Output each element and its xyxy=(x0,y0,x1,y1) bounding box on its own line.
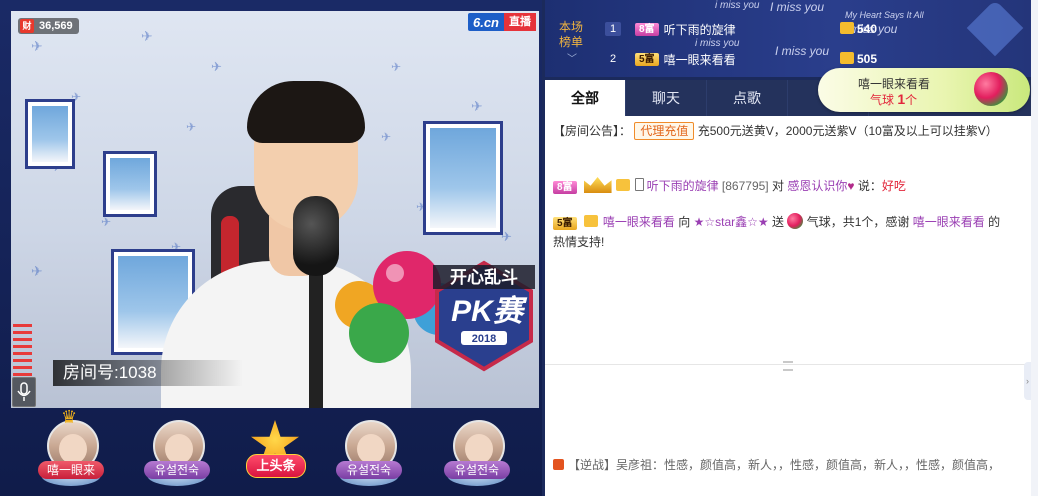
chat-message: 8富 听下雨的旋律 [867795] 对 感恩认识你♥ 说：好吃 xyxy=(553,176,1021,196)
wealth-level-badge: 5富 xyxy=(553,217,577,230)
crown-icon xyxy=(583,177,612,193)
site-name: 6.cn xyxy=(472,14,499,30)
gift-message: 5富 嘻一眼来看看 向 ★☆star鑫☆★ 送 气球，共1个，感谢 嘻一眼来看看… xyxy=(553,213,1001,249)
svg-text:✈: ✈ xyxy=(31,263,43,279)
rank-name: 嘻一眼来 xyxy=(38,461,104,479)
broadcast-user[interactable]: 吴彦祖： xyxy=(616,458,664,472)
heart-decoration xyxy=(966,0,1024,57)
wealth-icon: 财 xyxy=(20,19,34,33)
chevron-down-icon[interactable]: ﹀ xyxy=(567,50,577,65)
rank-avatar-4[interactable]: 유설전숙 xyxy=(437,410,517,496)
chevron-right-icon[interactable]: › xyxy=(1024,362,1031,400)
tab-chat[interactable]: 聊天 xyxy=(626,80,707,116)
volume-meter xyxy=(13,324,32,376)
site-logo: 6.cn 直播 xyxy=(467,13,536,31)
room-announcement: 【房间公告】： 代理充值 充500元送黄V，2000元送紫V（10富及以上可以挂… xyxy=(553,122,998,140)
wealth-level-badge: 8富 xyxy=(553,181,577,194)
gift-receiver-name[interactable]: ★☆star鑫☆★ xyxy=(694,215,769,229)
gift-summary: 气球 1个 xyxy=(870,91,918,107)
gift-sender: 嘻一眼来看看 xyxy=(858,77,931,91)
room-number: 房间号:1038 xyxy=(53,360,243,386)
svg-text:✈: ✈ xyxy=(141,28,153,44)
session-ranking: i miss you I miss you My Heart Says It A… xyxy=(545,0,1031,77)
video-area: ✈✈ ✈✈ ✈✈ ✈✈ ✈✈ ✈✈ ✈✈ xyxy=(0,0,542,496)
coin-icon xyxy=(840,22,854,34)
microphone-button[interactable] xyxy=(12,377,36,407)
coin-icon xyxy=(840,52,854,64)
tab-all[interactable]: 全部 xyxy=(545,80,626,116)
wall-frame-4 xyxy=(423,121,503,235)
rank-name: 유설전숙 xyxy=(444,461,510,479)
svg-text:✈: ✈ xyxy=(391,60,401,74)
chat-text: 好吃 xyxy=(881,179,906,193)
pk-badge-year: 2018 xyxy=(472,333,496,345)
svg-text:✈: ✈ xyxy=(471,98,483,114)
wealth-level-badge: 8富 xyxy=(635,22,659,36)
gift-thanks-name[interactable]: 嘻一眼来看看 xyxy=(913,215,985,229)
chat-target-name[interactable]: 感恩认识你 xyxy=(787,179,847,193)
scrollbar[interactable] xyxy=(1031,0,1038,496)
badge-icon xyxy=(583,215,598,227)
wealth-level-badge: 5富 xyxy=(635,52,659,66)
svg-text:✈: ✈ xyxy=(186,120,196,134)
ranking-row[interactable]: 1 8富 听下雨的旋律 xyxy=(605,19,736,39)
ranking-user: 听下雨的旋律 xyxy=(663,22,736,37)
heart-icon: ♥ xyxy=(847,179,855,193)
tab-song-request[interactable]: 点歌 xyxy=(707,80,788,116)
badge-icon xyxy=(615,179,630,191)
fan-count: 36,569 xyxy=(39,20,73,32)
resize-handle[interactable] xyxy=(783,361,793,371)
gift-notification[interactable]: 嘻一眼来看看 气球 1个 xyxy=(818,68,1030,112)
rank-avatar-1[interactable]: ♛ 嘻一眼来 xyxy=(31,407,111,496)
ranking-title[interactable]: 本场榜单 xyxy=(559,20,587,50)
balloon-icon xyxy=(974,72,1008,106)
rank-name: 유설전숙 xyxy=(144,461,210,479)
chat-panel[interactable]: 【房间公告】： 代理充值 充500元送黄V，2000元送紫V（10富及以上可以挂… xyxy=(545,116,1031,496)
headline-label: 上头条 xyxy=(246,454,306,478)
live-badge: 直播 xyxy=(504,13,536,31)
svg-text:✈: ✈ xyxy=(31,38,43,54)
fan-count-badge: 财 36,569 xyxy=(18,18,79,34)
chat-user-id: [867795] xyxy=(721,179,769,193)
balloon-icon xyxy=(787,213,804,229)
ranking-score: 540 xyxy=(840,19,877,39)
gift-sender-name[interactable]: 嘻一眼来看看 xyxy=(603,215,675,229)
wall-frame-2 xyxy=(103,151,157,217)
wall-frame-1 xyxy=(25,99,75,169)
ranking-row[interactable]: 2 5富 嘻一眼来看看 xyxy=(605,49,736,69)
chat-user-name[interactable]: 听下雨的旋律 xyxy=(647,179,719,193)
svg-text:✈: ✈ xyxy=(101,215,111,229)
phone-icon xyxy=(634,178,644,191)
svg-text:✈: ✈ xyxy=(381,130,391,144)
ranking-score: 505 xyxy=(840,49,877,69)
game-icon xyxy=(553,459,564,470)
rank-avatar-2[interactable]: 유설전숙 xyxy=(137,410,217,496)
rank-name: 유설전숙 xyxy=(336,461,402,479)
rank-avatar-3[interactable]: 유설전숙 xyxy=(329,410,409,496)
agent-recharge-link[interactable]: 代理充值 xyxy=(634,122,695,140)
svg-text:✈: ✈ xyxy=(211,59,222,74)
broadcast-message: 【逆战】吴彦祖：性感，颜值高，新人，，性感，颜值高，新人，，性感，颜值高， xyxy=(553,455,1021,475)
pk-badge-pk: PK赛 xyxy=(451,294,528,328)
microphone-icon xyxy=(17,382,31,401)
fan-ranking-bar: ♛ 嘻一眼来 유설전숙 上头条 유설전숙 유설전숙 xyxy=(11,407,539,496)
ranking-user: 嘻一眼来看看 xyxy=(663,52,736,67)
pk-badge-title: 开心乱斗 xyxy=(450,267,518,287)
live-video[interactable]: ✈✈ ✈✈ ✈✈ ✈✈ ✈✈ ✈✈ ✈✈ xyxy=(11,11,539,408)
crown-icon: ♛ xyxy=(61,407,78,427)
headline-button[interactable]: 上头条 xyxy=(244,420,306,486)
pk-contest-badge: 开心乱斗 PK赛 2018 xyxy=(433,260,535,372)
